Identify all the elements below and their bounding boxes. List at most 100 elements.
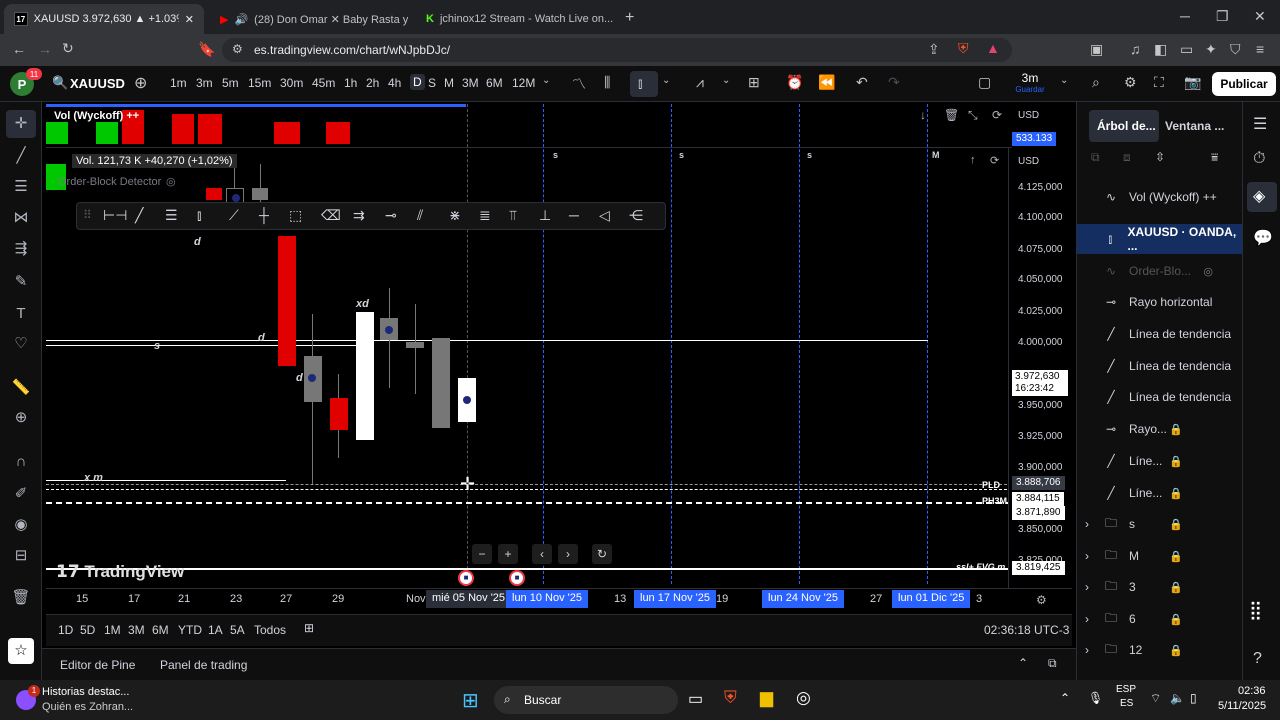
wallet-icon[interactable]: ▭ xyxy=(1180,41,1193,58)
object-tree-button[interactable]: ◈ xyxy=(1247,182,1277,212)
chevron-right-icon[interactable]: › xyxy=(1085,580,1089,594)
scale-settings-icon[interactable]: ⟳ xyxy=(990,154,999,167)
reset-chart-icon[interactable]: ↻ xyxy=(592,544,612,564)
volume-indicator-title[interactable]: Vol (Wyckoff) ++ xyxy=(54,110,139,122)
trash-icon[interactable]: 🗑 xyxy=(11,588,31,608)
media-icon[interactable]: ♫ xyxy=(1130,41,1141,57)
browser-tab-tradingview[interactable]: 17 XAUUSD 3.972,630 ▲ +1.03% 3... ✕ xyxy=(4,4,204,34)
brave-shield-icon[interactable]: ⛨ xyxy=(958,40,969,57)
lock-icon[interactable]: 🔒 xyxy=(1169,581,1183,594)
scroll-right-icon[interactable]: › xyxy=(558,544,578,564)
save-dropdown-icon[interactable]: ⌄ xyxy=(1060,75,1068,86)
watchlist-icon[interactable]: ☰ xyxy=(1253,114,1267,134)
lang-top[interactable]: ESP xyxy=(1116,684,1136,695)
apps-grid-icon[interactable]: ⣿ xyxy=(1249,600,1262,621)
timeframe-3m[interactable]: 3M xyxy=(462,76,479,90)
timeframe-4h[interactable]: 4h xyxy=(388,76,401,90)
url-field[interactable]: ⚙ es.tradingview.com/chart/wNJpbDJc/ xyxy=(222,38,1012,62)
taskbar-search[interactable]: ⌕ Buscar xyxy=(494,686,678,714)
reload-icon[interactable]: ↻ xyxy=(62,40,74,57)
volume-icon[interactable]: 🔈 xyxy=(1170,691,1185,705)
settings-icon[interactable]: ⚙ xyxy=(1124,74,1137,91)
arrow-down-icon[interactable]: ↓ xyxy=(920,108,926,122)
date-range-tool-icon[interactable]: ⊢⊣ xyxy=(103,207,127,224)
close-window-icon[interactable]: ✕ xyxy=(1254,8,1266,25)
us-event-flag-icon[interactable]: ■ xyxy=(458,570,474,586)
new-tab-icon[interactable]: + xyxy=(625,9,634,27)
trend-angle-icon[interactable]: ⫽ xyxy=(417,207,423,224)
alert-icon[interactable]: ⏰ xyxy=(786,74,803,91)
windows-start-icon[interactable]: ⊞ xyxy=(462,688,479,713)
browser-tab-kick[interactable]: K jchinox12 Stream - Watch Live on... xyxy=(416,4,616,34)
date-range-picker-icon[interactable]: ⊞ xyxy=(304,621,314,635)
favorite-heart-icon[interactable]: ♡ xyxy=(11,334,31,354)
range-3m[interactable]: 3M xyxy=(128,623,145,637)
clone-icon[interactable]: ⧈ xyxy=(1123,150,1131,165)
range-5d[interactable]: 5D xyxy=(80,623,95,637)
chat-icon[interactable]: 💬 xyxy=(1253,228,1273,248)
symbol-search[interactable]: XAUUSD xyxy=(70,76,125,91)
hidden-eye-icon[interactable]: ◎ xyxy=(1203,265,1213,278)
brave-rewards-icon[interactable]: ▲ xyxy=(986,40,1000,56)
timeframe-s[interactable]: S xyxy=(428,76,436,90)
zoom-in-icon[interactable]: ⊕ xyxy=(11,408,31,428)
indicators-dropdown-icon[interactable]: ⌄ xyxy=(722,75,730,86)
timeframe-3m[interactable]: 3m xyxy=(196,76,213,90)
task-view-icon[interactable]: ▭ xyxy=(688,689,703,709)
pattern-icon[interactable]: ⋇ xyxy=(449,207,461,224)
split-view-icon[interactable]: ◧ xyxy=(1154,41,1167,58)
range-ytd[interactable]: YTD xyxy=(178,623,202,637)
lock-icon[interactable]: 🔒 xyxy=(1169,644,1183,657)
ai-icon[interactable]: ✦ xyxy=(1205,41,1217,58)
quick-search-icon[interactable]: ⌕ xyxy=(1092,74,1100,91)
timeframe-dropdown-icon[interactable]: ⌄ xyxy=(542,75,550,86)
object-tree-item[interactable]: ⊸ Rayo horizontal xyxy=(1077,287,1243,317)
rectangle-tool-icon[interactable]: ⬚ xyxy=(289,207,302,224)
timeframe-m[interactable]: M xyxy=(444,76,454,90)
chevron-right-icon[interactable]: › xyxy=(1085,612,1089,626)
scroll-left-icon[interactable]: ‹ xyxy=(532,544,552,564)
wifi-icon[interactable]: ⌔ xyxy=(1150,691,1161,706)
browser-tab-youtube[interactable]: ▶ 🔊 (28) Don Omar ✕ Baby Rasta y G... xyxy=(210,4,408,34)
sidebar-toggle-icon[interactable]: ▣ xyxy=(1090,41,1103,58)
filter-icon[interactable]: ⩸ xyxy=(1211,150,1218,165)
chevron-right-icon[interactable]: › xyxy=(1085,517,1089,531)
range-1m[interactable]: 1M xyxy=(104,623,121,637)
drag-handle-icon[interactable]: ⠿ xyxy=(83,208,92,222)
pitchfork-icon[interactable]: ≣ xyxy=(479,207,491,224)
delete-pane-icon[interactable]: 🗑 xyxy=(944,108,959,122)
forecast-tool-icon[interactable]: ⇶ xyxy=(11,239,31,259)
eye-icon[interactable]: ◉ xyxy=(11,515,31,535)
share-icon[interactable]: ⇪ xyxy=(928,41,940,58)
zoom-in-icon[interactable]: + xyxy=(498,544,518,564)
lock-icon[interactable]: 🔒 xyxy=(1169,613,1183,626)
candles-type-button[interactable]: ⫾ xyxy=(630,71,658,97)
range-1d[interactable]: 1D xyxy=(58,623,73,637)
menu-icon[interactable]: ≡ xyxy=(1256,41,1264,57)
orderblock-legend[interactable]: Order-Block Detector xyxy=(58,176,161,188)
lock-icon[interactable]: 🔒 xyxy=(1169,455,1183,468)
compare-symbol-icon[interactable]: ⊕ xyxy=(134,73,147,93)
object-tree-item[interactable]: › 🗀 M 🔒 xyxy=(1077,541,1243,571)
object-tree-item[interactable]: ∿ Vol (Wyckoff) ++ xyxy=(1077,182,1243,212)
taskbar-time[interactable]: 02:36 xyxy=(1238,685,1266,697)
collapse-pane-icon[interactable]: ⤡ xyxy=(968,108,978,123)
chevron-right-icon[interactable]: › xyxy=(1085,549,1089,563)
trading-panel-tab[interactable]: Panel de trading xyxy=(160,658,247,672)
timeframe-1h[interactable]: 1h xyxy=(344,76,357,90)
volume-pane[interactable]: Vol (Wyckoff) ++ ↓ 🗑 ⤡ ⟳ USD 533.133 xyxy=(46,104,1057,148)
range-1a[interactable]: 1A xyxy=(208,623,223,637)
replay-line-icon[interactable]: 〽 xyxy=(572,74,586,94)
site-info-icon[interactable]: ⚙ xyxy=(232,42,243,56)
line-tool-icon[interactable]: ╱ xyxy=(135,207,143,224)
brave-taskbar-icon[interactable]: ⛨ xyxy=(724,688,737,708)
pane-settings-icon[interactable]: ⟳ xyxy=(992,108,1002,122)
fullscreen-icon[interactable]: ⛶ xyxy=(1154,74,1164,91)
price-currency[interactable]: USD xyxy=(1018,156,1039,167)
timeframe-12m[interactable]: 12M xyxy=(512,76,535,90)
taskbar-date[interactable]: 5/11/2025 xyxy=(1218,700,1266,712)
replay-icon[interactable]: ⏪ xyxy=(818,74,835,91)
timeframe-30m[interactable]: 30m xyxy=(280,76,303,90)
redo-icon[interactable]: ↷ xyxy=(888,74,900,91)
lock-icon[interactable]: 🔒 xyxy=(1169,518,1183,531)
